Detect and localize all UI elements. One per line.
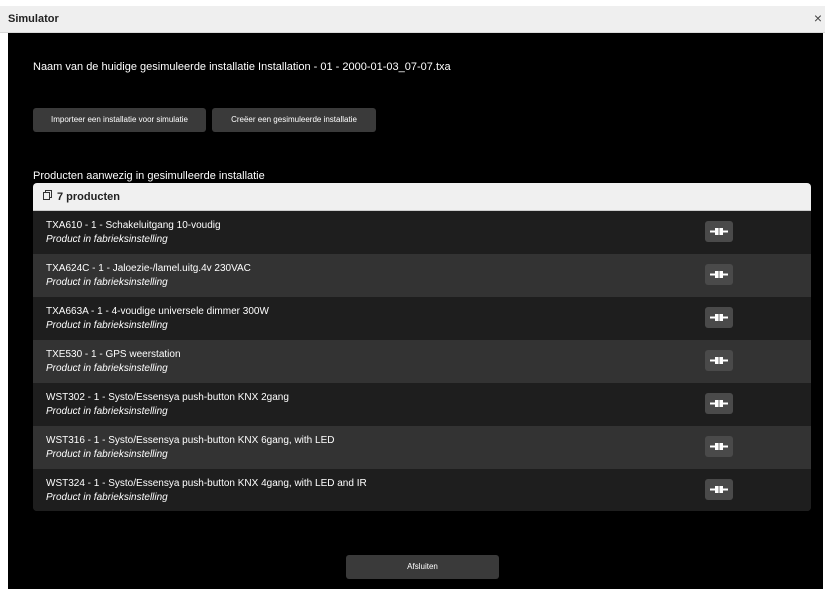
product-row: TXE530 - 1 - GPS weerstation Product in f…	[33, 340, 811, 383]
product-name: WST302 - 1 - Systo/Essensya push-button …	[46, 392, 289, 403]
window-title: Simulator	[8, 13, 59, 25]
products-count: 7 producten	[57, 191, 120, 203]
products-panel-header: 7 producten	[33, 183, 811, 211]
create-installation-button[interactable]: Creëer een gesimuleerde installatie	[212, 108, 376, 132]
plug-icon	[710, 313, 728, 322]
product-row: TXA610 - 1 - Schakeluitgang 10-voudig Pro…	[33, 211, 811, 254]
product-connect-button[interactable]	[705, 307, 733, 328]
product-name: TXA624C - 1 - Jaloezie-/lamel.uitg.4v 23…	[46, 263, 251, 274]
close-button[interactable]: Afsluiten	[346, 555, 499, 579]
product-name: WST316 - 1 - Systo/Essensya push-button …	[46, 435, 335, 446]
product-name: TXA610 - 1 - Schakeluitgang 10-voudig	[46, 220, 221, 231]
products-panel: 7 producten TXA610 - 1 - Schakeluitgang …	[33, 183, 811, 511]
plug-icon	[710, 356, 728, 365]
product-row: WST302 - 1 - Systo/Essensya push-button …	[33, 383, 811, 426]
product-name: WST324 - 1 - Systo/Essensya push-button …	[46, 478, 367, 489]
product-name: TXA663A - 1 - 4-voudige universele dimme…	[46, 306, 269, 317]
product-row: WST316 - 1 - Systo/Essensya push-button …	[33, 426, 811, 469]
window-titlebar: Simulator ×	[0, 6, 825, 33]
product-status: Product in fabrieksinstelling	[46, 363, 168, 374]
plug-icon	[710, 227, 728, 236]
plug-icon	[710, 399, 728, 408]
product-connect-button[interactable]	[705, 350, 733, 371]
product-row: TXA663A - 1 - 4-voudige universele dimme…	[33, 297, 811, 340]
products-list: TXA610 - 1 - Schakeluitgang 10-voudig Pro…	[33, 211, 811, 511]
product-connect-button[interactable]	[705, 393, 733, 414]
plug-icon	[710, 485, 728, 494]
plug-icon	[710, 270, 728, 279]
import-installation-button[interactable]: Importeer een installatie voor simulatie	[33, 108, 206, 132]
product-status: Product in fabrieksinstelling	[46, 320, 168, 331]
simulator-dialog: Naam van de huidige gesimuleerde install…	[8, 33, 823, 589]
products-section-label: Producten aanwezig in gesimulleerde inst…	[33, 170, 265, 182]
plug-icon	[710, 442, 728, 451]
installation-name: Naam van de huidige gesimuleerde install…	[33, 61, 451, 73]
product-status: Product in fabrieksinstelling	[46, 406, 168, 417]
product-status: Product in fabrieksinstelling	[46, 234, 168, 245]
close-icon[interactable]: ×	[811, 10, 825, 26]
product-connect-button[interactable]	[705, 221, 733, 242]
product-connect-button[interactable]	[705, 479, 733, 500]
product-status: Product in fabrieksinstelling	[46, 492, 168, 503]
product-status: Product in fabrieksinstelling	[46, 277, 168, 288]
product-status: Product in fabrieksinstelling	[46, 449, 168, 460]
product-row: WST324 - 1 - Systo/Essensya push-button …	[33, 469, 811, 511]
product-connect-button[interactable]	[705, 436, 733, 457]
box-icon	[43, 190, 52, 200]
product-connect-button[interactable]	[705, 264, 733, 285]
product-name: TXE530 - 1 - GPS weerstation	[46, 349, 181, 360]
product-row: TXA624C - 1 - Jaloezie-/lamel.uitg.4v 23…	[33, 254, 811, 297]
